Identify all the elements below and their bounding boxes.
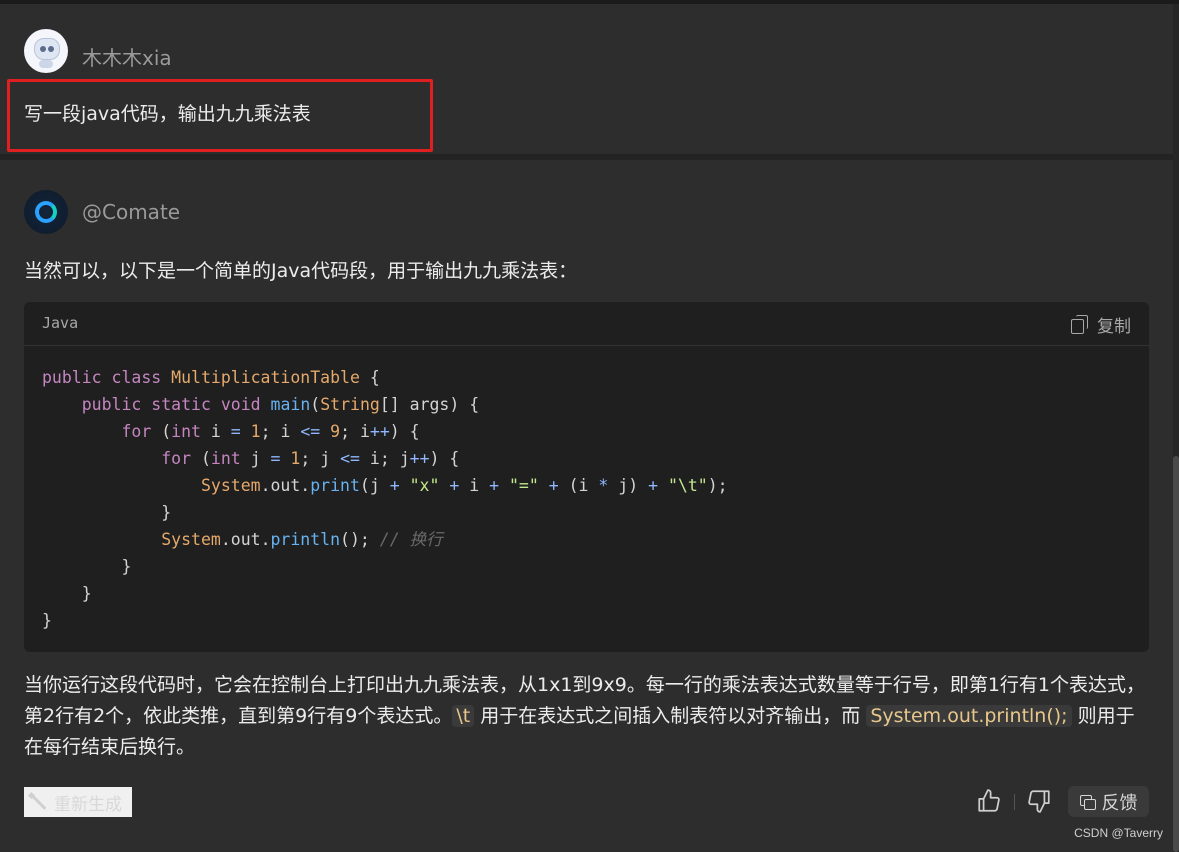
csdn-watermark: CSDN @Taverry [1074, 826, 1163, 840]
copy-button-label: 复制 [1097, 316, 1131, 337]
magic-wand-icon [27, 791, 48, 812]
bot-intro-text: 当然可以，以下是一个简单的Java代码段，用于输出九九乘法表： [24, 260, 578, 282]
thumbs-up-button[interactable] [976, 788, 1002, 814]
user-name: 木木木xia [82, 46, 172, 70]
bot-name: @Comate [82, 200, 181, 224]
regenerate-label: 重新生成 [54, 794, 122, 815]
copy-button[interactable]: 复制 [1071, 311, 1131, 337]
feedback-button[interactable]: 反馈 [1068, 786, 1149, 817]
robot-icon [34, 38, 60, 60]
feedback-label: 反馈 [1101, 792, 1138, 814]
action-separator [1014, 794, 1015, 810]
thumbs-down-button[interactable] [1026, 788, 1052, 814]
code-block: Java 复制 public class MultiplicationTable… [24, 302, 1149, 652]
explanation-part-2: 用于在表达式之间插入制表符以对齐输出，而 [480, 705, 861, 727]
thumbs-down-icon [1028, 790, 1050, 813]
code-block-header: Java 复制 [24, 302, 1149, 346]
bot-avatar [24, 190, 68, 234]
highlight-annotation-box [7, 79, 433, 152]
regenerate-button[interactable]: 重新生成 [24, 787, 132, 817]
scrollbar-thumb[interactable] [1173, 456, 1179, 852]
code-content[interactable]: public class MultiplicationTable { publi… [42, 364, 728, 634]
user-avatar [24, 29, 68, 73]
inline-code-println: System.out.println(); [866, 705, 1072, 727]
bot-explanation-text: 当你运行这段代码时，它会在控制台上打印出九九乘法表，从1x1到9x9。每一行的乘… [24, 670, 1149, 763]
inline-code-tab: \t [452, 705, 475, 727]
copy-icon [1071, 315, 1089, 334]
comate-logo-icon [35, 201, 57, 223]
thumbs-up-icon [978, 789, 1000, 812]
feedback-icon [1079, 794, 1096, 810]
code-language-label: Java [42, 314, 79, 332]
